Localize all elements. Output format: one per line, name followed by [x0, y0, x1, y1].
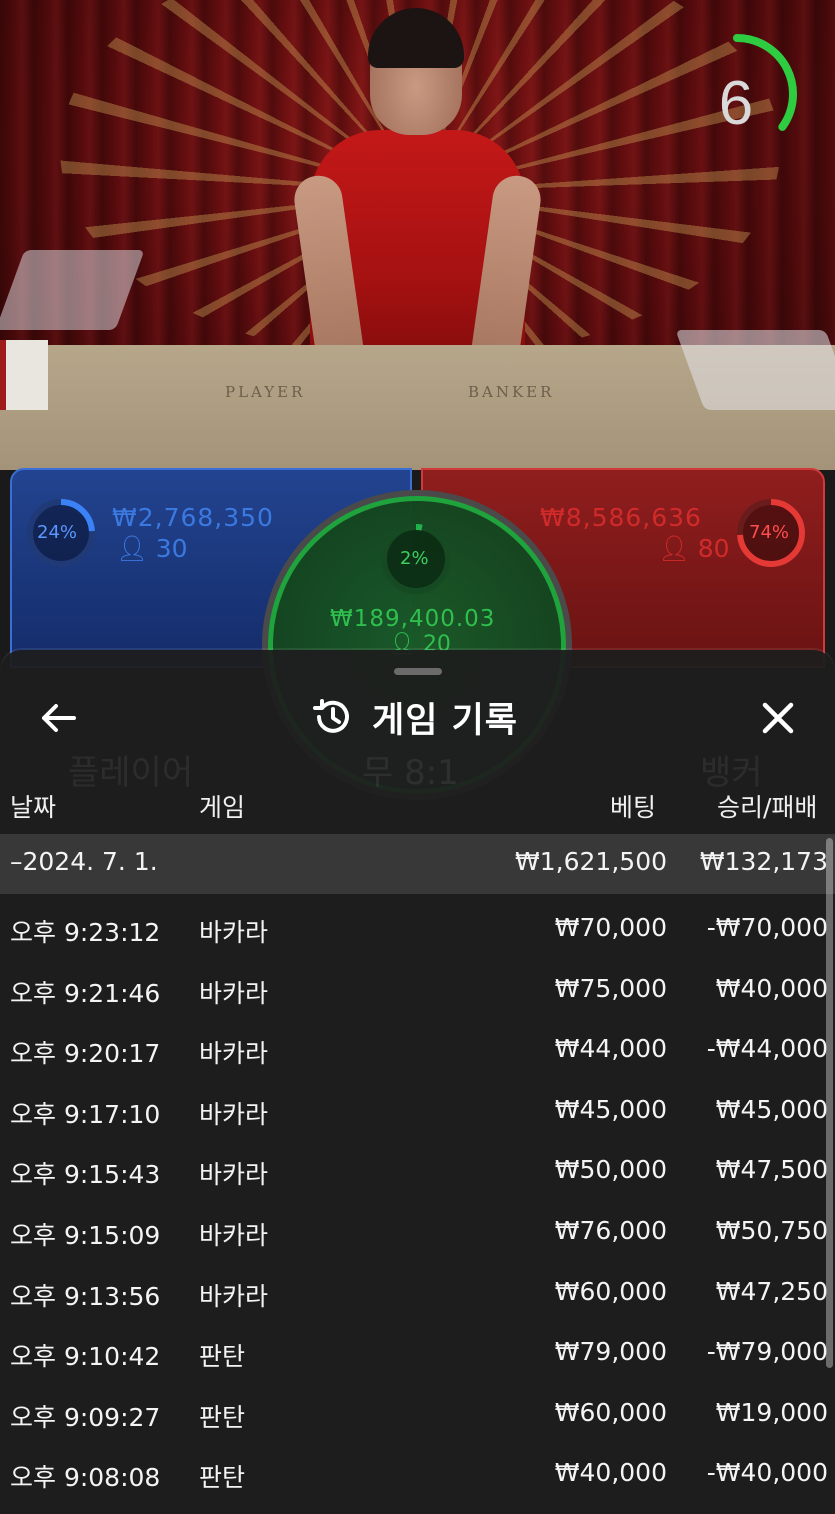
column-header-date: 날짜: [10, 793, 57, 822]
history-row[interactable]: 오후 9:15:43 바카라 ₩50,000 ₩47,500: [0, 1142, 835, 1202]
summary-result: ₩132,173: [699, 847, 828, 876]
row-result: -₩44,000: [706, 1034, 828, 1064]
tie-amount: ₩189,400.03: [330, 606, 496, 632]
row-time: 오후 9:17:10: [10, 1099, 161, 1129]
column-header-game: 게임: [199, 793, 246, 822]
history-row[interactable]: 오후 9:08:08 판탄 ₩40,000 -₩40,000: [0, 1445, 835, 1505]
row-time: 오후 9:23:12: [10, 918, 161, 947]
row-time: 오후 9:15:43: [10, 1160, 161, 1190]
player-percent: 24%: [37, 522, 78, 543]
row-game: 판탄: [199, 1463, 246, 1493]
row-result: ₩45,000: [715, 1094, 828, 1124]
row-time: 오후 9:10:42: [10, 1342, 161, 1372]
row-time: 오후 9:08:08: [10, 1463, 161, 1493]
row-game: 바카라: [199, 918, 269, 947]
row-game: 판탄: [199, 1342, 246, 1372]
column-header-result: 승리/패배: [717, 793, 818, 822]
sheet-header: 게임 기록: [312, 692, 518, 742]
row-bet: ₩75,000: [554, 973, 667, 1003]
row-time: 오후 9:21:46: [10, 978, 161, 1008]
player-count-wrap: 👤︎ 30: [116, 534, 188, 564]
history-row[interactable]: 오후 9:20:17 바카라 ₩44,000 -₩44,000: [0, 1021, 835, 1081]
history-row[interactable]: 오후 9:17:10 바카라 ₩45,000 ₩45,000: [0, 1082, 835, 1142]
user-icon: 👤︎: [116, 534, 148, 563]
live-video: PLAYER BANKER 6: [0, 0, 835, 470]
banker-percent: 74%: [749, 522, 790, 543]
row-bet: ₩60,000: [554, 1276, 667, 1306]
row-bet: ₩70,000: [554, 913, 667, 942]
row-game: 바카라: [199, 978, 269, 1008]
player-count: 30: [155, 534, 188, 563]
row-time: 오후 9:20:17: [10, 1039, 161, 1069]
summary-bet: ₩1,621,500: [515, 847, 667, 876]
row-result: ₩50,750: [715, 1216, 828, 1245]
drag-handle[interactable]: [394, 668, 442, 675]
row-bet: ₩45,000: [554, 1094, 667, 1124]
sheet-title: 게임 기록: [372, 700, 518, 741]
user-icon: 👤︎: [658, 534, 690, 563]
summary-date: –2024. 7. 1.: [10, 847, 158, 876]
card-shoe-right: [675, 330, 835, 410]
card-deck: [0, 340, 48, 410]
row-game: 바카라: [199, 1281, 269, 1311]
banker-count: 80: [697, 534, 730, 563]
row-result: ₩40,000: [715, 973, 828, 1003]
close-button[interactable]: [754, 694, 802, 742]
close-icon: [762, 702, 794, 734]
table-label-banker: BANKER: [468, 383, 555, 401]
row-game: 판탄: [199, 1402, 246, 1432]
row-bet: ₩40,000: [554, 1458, 667, 1488]
row-game: 바카라: [199, 1039, 269, 1069]
row-result: ₩47,500: [715, 1155, 828, 1185]
tie-percent: 2%: [400, 548, 429, 569]
row-bet: ₩44,000: [554, 1034, 667, 1064]
date-summary-row[interactable]: –2024. 7. 1. ₩1,621,500 ₩132,173: [0, 834, 835, 894]
history-row[interactable]: 오후 9:13:56 바카라 ₩60,000 ₩47,250: [0, 1264, 835, 1324]
row-bet: ₩79,000: [554, 1337, 667, 1367]
history-icon: [313, 699, 349, 733]
back-button[interactable]: [34, 694, 82, 742]
arrow-left-icon: [42, 704, 76, 732]
row-time: 오후 9:13:56: [10, 1281, 161, 1311]
history-row[interactable]: 오후 9:23:12 바카라 ₩70,000 -₩70,000: [0, 900, 835, 960]
row-game: 바카라: [199, 1221, 269, 1250]
background-label-tie: 무 8:1: [362, 753, 459, 793]
table-label-player: PLAYER: [225, 383, 306, 401]
history-row[interactable]: 오후 9:15:09 바카라 ₩76,000 ₩50,750: [0, 1203, 835, 1263]
row-time: 오후 9:09:27: [10, 1402, 161, 1432]
timer-value: 6: [718, 69, 754, 138]
row-result: ₩19,000: [715, 1397, 828, 1427]
history-row[interactable]: 오후 9:10:42 판탄 ₩79,000 -₩79,000: [0, 1324, 835, 1384]
player-amount: ₩2,768,350: [112, 503, 274, 532]
row-game: 바카라: [199, 1160, 269, 1190]
banker-count-wrap: 👤︎ 80: [658, 534, 730, 564]
background-label-player: 플레이어: [68, 753, 194, 793]
banker-amount: ₩8,586,636: [540, 503, 702, 532]
history-row[interactable]: 오후 9:21:46 바카라 ₩75,000 ₩40,000: [0, 961, 835, 1021]
row-bet: ₩50,000: [554, 1155, 667, 1185]
row-game: 바카라: [199, 1099, 269, 1129]
row-result: ₩47,250: [715, 1276, 828, 1306]
scrollbar[interactable]: [826, 838, 833, 1368]
row-time: 오후 9:15:09: [10, 1221, 161, 1250]
background-label-banker: 뱅커: [700, 753, 763, 793]
row-bet: ₩60,000: [554, 1397, 667, 1427]
history-row[interactable]: 오후 9:09:27 판탄 ₩60,000 ₩19,000: [0, 1385, 835, 1445]
row-result: -₩70,000: [706, 913, 828, 942]
app-root: PLAYER BANKER 6 24% ₩2,768,350 👤︎ 30 74%…: [0, 0, 835, 1514]
row-bet: ₩76,000: [554, 1216, 667, 1245]
row-result: -₩79,000: [706, 1337, 828, 1367]
column-header-bet: 베팅: [610, 793, 657, 822]
row-result: -₩40,000: [706, 1458, 828, 1488]
